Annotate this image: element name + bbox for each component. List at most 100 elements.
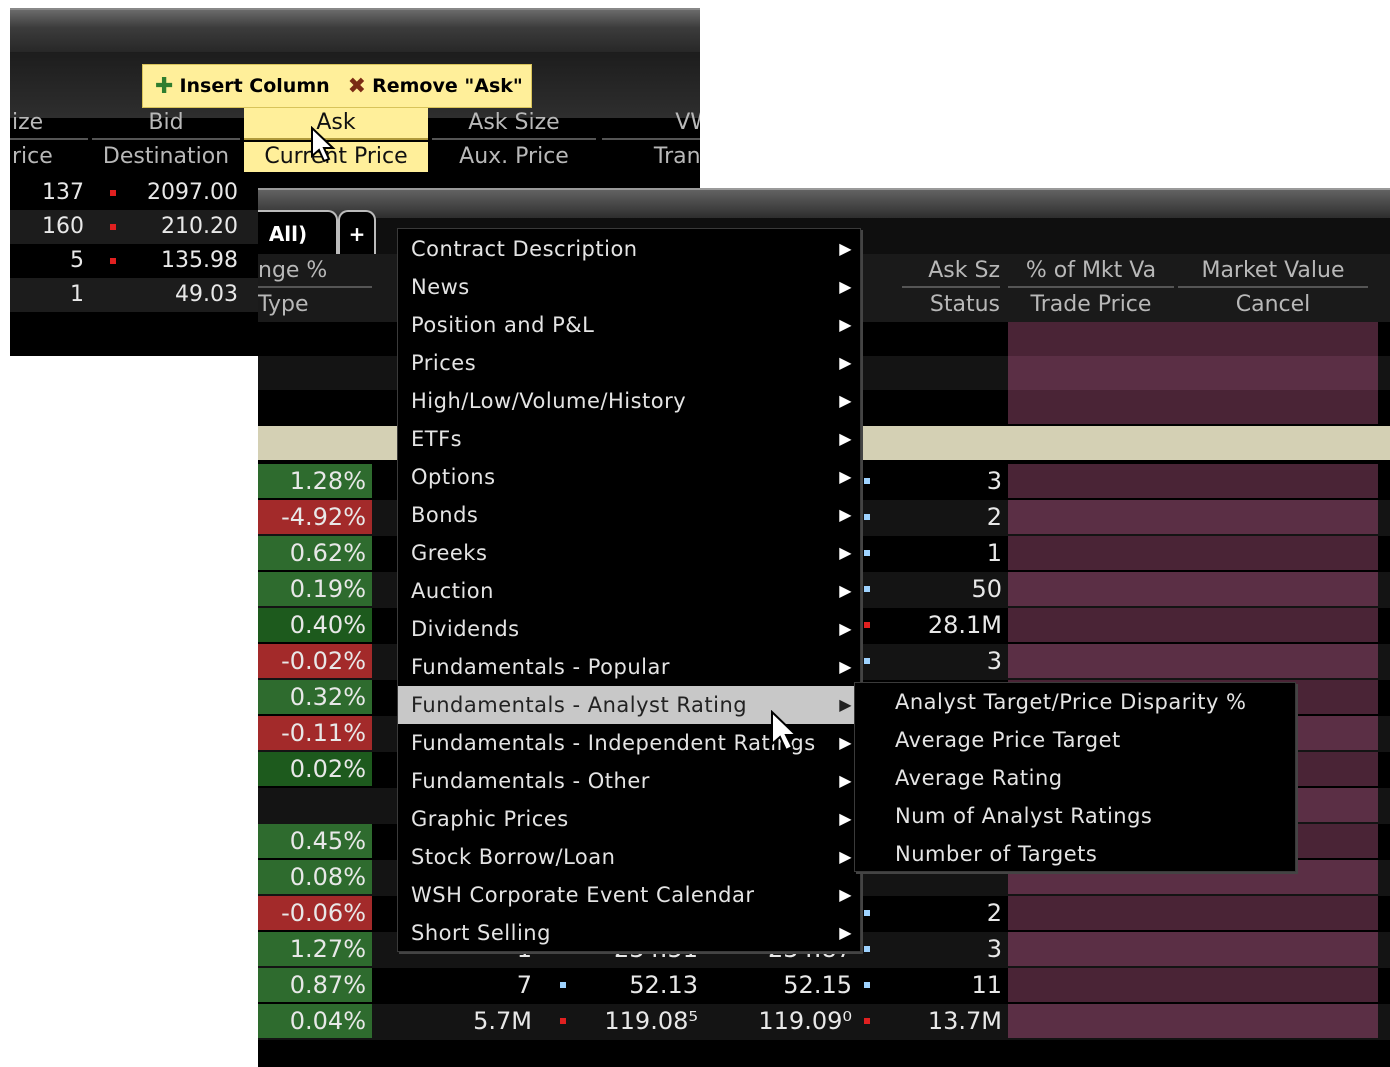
table-row[interactable]: 0.87% 7 52.13 52.15 11 xyxy=(258,968,1390,1004)
menu-item-fundamentals-other[interactable]: Fundamentals - Other ▶ xyxy=(398,762,860,800)
submenu-arrow-icon: ▶ xyxy=(839,733,852,752)
column-header-market-value[interactable]: Market Value xyxy=(1178,256,1368,288)
red-tick-icon xyxy=(110,258,116,264)
menu-item-prices[interactable]: Prices ▶ xyxy=(398,344,860,382)
ask-size-cell: 50 xyxy=(971,575,1002,603)
menu-item-label: Fundamentals - Analyst Rating xyxy=(411,693,748,717)
back-window-titlebar[interactable] xyxy=(10,8,700,54)
table-row[interactable] xyxy=(258,1040,1390,1067)
menu-item-label: News xyxy=(411,275,470,299)
menu-item-position-pnl[interactable]: Position and P&L ▶ xyxy=(398,306,860,344)
size-cell: 1 xyxy=(70,282,84,307)
menu-item-label: Short Selling xyxy=(411,921,551,945)
ask-size-cell: 2 xyxy=(986,503,1002,531)
column-header-ask-sz[interactable]: Ask Sz xyxy=(902,256,1000,288)
submenu-arrow-icon: ▶ xyxy=(839,391,852,410)
analyst-rating-submenu: Analyst Target/Price Disparity % Average… xyxy=(854,682,1296,872)
menu-item-label: Prices xyxy=(411,351,477,375)
menu-item-news[interactable]: News ▶ xyxy=(398,268,860,306)
bid-cell: 52.13 xyxy=(629,971,698,999)
insert-column-button[interactable]: ✚ Insert Column xyxy=(155,74,330,99)
remove-column-button[interactable]: ✖ Remove "Ask" xyxy=(348,74,523,99)
submenu-item-average-price-target[interactable]: Average Price Target xyxy=(855,721,1295,759)
submenu-arrow-icon: ▶ xyxy=(839,847,852,866)
menu-item-stock-borrow-loan[interactable]: Stock Borrow/Loan ▶ xyxy=(398,838,860,876)
ask-size-cell: 3 xyxy=(986,647,1002,675)
menu-item-label: Options xyxy=(411,465,496,489)
red-tick-icon xyxy=(110,190,116,196)
submenu-arrow-icon: ▶ xyxy=(839,657,852,676)
submenu-item-num-analyst-ratings[interactable]: Num of Analyst Ratings xyxy=(855,797,1295,835)
change-cell: 0.19% xyxy=(258,572,372,606)
menu-item-label: Dividends xyxy=(411,617,520,641)
submenu-item-analyst-target-price-disparity[interactable]: Analyst Target/Price Disparity % xyxy=(855,683,1295,721)
column-header-ask[interactable]: Ask xyxy=(244,108,428,140)
tab-all[interactable]: All) xyxy=(258,210,338,256)
column-header-size[interactable]: ize xyxy=(10,108,88,140)
menu-item-short-selling[interactable]: Short Selling ▶ xyxy=(398,914,860,952)
menu-item-options[interactable]: Options ▶ xyxy=(398,458,860,496)
menu-item-greeks[interactable]: Greeks ▶ xyxy=(398,534,860,572)
size-cell: 5 xyxy=(70,248,84,273)
change-cell: 0.04% xyxy=(258,1004,372,1038)
column-header-vwap[interactable]: VW xyxy=(602,108,700,140)
column-subheader-destination[interactable]: Destination xyxy=(92,142,240,172)
submenu-arrow-icon: ▶ xyxy=(839,315,852,334)
menu-item-label: High/Low/Volume/History xyxy=(411,389,687,413)
column-subheader-status[interactable]: Status xyxy=(902,290,1000,320)
ask-size-cell: 1 xyxy=(986,539,1002,567)
submenu-arrow-icon: ▶ xyxy=(839,809,852,828)
menu-item-wsh-corporate-event-calendar[interactable]: WSH Corporate Event Calendar ▶ xyxy=(398,876,860,914)
menu-item-bonds[interactable]: Bonds ▶ xyxy=(398,496,860,534)
submenu-arrow-icon: ▶ xyxy=(839,923,852,942)
change-cell: 0.45% xyxy=(258,824,372,858)
change-cell: 0.87% xyxy=(258,968,372,1002)
menu-item-graphic-prices[interactable]: Graphic Prices ▶ xyxy=(398,800,860,838)
change-cell: -0.02% xyxy=(258,644,372,678)
menu-item-label: ETFs xyxy=(411,427,463,451)
menu-item-dividends[interactable]: Dividends ▶ xyxy=(398,610,860,648)
menu-item-label: Greeks xyxy=(411,541,488,565)
front-window-titlebar[interactable] xyxy=(258,188,1390,220)
column-header-change-pct[interactable]: nge % xyxy=(258,256,372,288)
menu-item-contract-description[interactable]: Contract Description ▶ xyxy=(398,230,860,268)
ask-size-cell: 28.1M xyxy=(927,611,1002,639)
size-cell: 137 xyxy=(42,180,84,205)
submenu-arrow-icon: ▶ xyxy=(839,429,852,448)
menu-item-auction[interactable]: Auction ▶ xyxy=(398,572,860,610)
change-cell: -4.92% xyxy=(258,500,372,534)
change-cell: 1.27% xyxy=(258,932,372,966)
remove-column-label: Remove "Ask" xyxy=(372,75,523,97)
column-subheader-type[interactable]: Type xyxy=(258,290,372,320)
column-header-ask-size[interactable]: Ask Size xyxy=(432,108,596,140)
menu-item-fundamentals-popular[interactable]: Fundamentals - Popular ▶ xyxy=(398,648,860,686)
ask-cell: 119.09⁰ xyxy=(758,1007,852,1035)
menu-item-high-low-volume-history[interactable]: High/Low/Volume/History ▶ xyxy=(398,382,860,420)
bid-cell: 49.03 xyxy=(175,282,238,307)
column-subheader-price[interactable]: rice xyxy=(10,142,88,172)
column-subheader-trans[interactable]: Trans xyxy=(602,142,700,172)
column-subheader-trade-price[interactable]: Trade Price xyxy=(1008,290,1174,320)
column-subheader-cancel[interactable]: Cancel xyxy=(1178,290,1368,320)
menu-item-label: Auction xyxy=(411,579,494,603)
submenu-item-average-rating[interactable]: Average Rating xyxy=(855,759,1295,797)
menu-item-etfs[interactable]: ETFs ▶ xyxy=(398,420,860,458)
x-icon: ✖ xyxy=(347,73,367,99)
red-tick-icon xyxy=(110,224,116,230)
context-menu: Contract Description ▶ News ▶ Position and… xyxy=(397,228,861,952)
menu-item-label: Position and P&L xyxy=(411,313,595,337)
change-cell: 0.08% xyxy=(258,860,372,894)
bid-cell: 135.98 xyxy=(161,248,238,273)
table-row[interactable]: 0.04% 5.7M 119.08⁵ 119.09⁰ 13.7M xyxy=(258,1004,1390,1040)
column-header-bid[interactable]: Bid xyxy=(92,108,240,140)
submenu-item-number-of-targets[interactable]: Number of Targets xyxy=(855,835,1295,873)
column-subheader-current-price[interactable]: Current Price xyxy=(244,142,428,172)
column-header-pct-mkt-value[interactable]: % of Mkt Va xyxy=(1008,256,1174,288)
ask-cell: 52.15 xyxy=(783,971,852,999)
add-tab-button[interactable]: + xyxy=(338,210,376,256)
submenu-arrow-icon: ▶ xyxy=(839,505,852,524)
submenu-arrow-icon: ▶ xyxy=(839,581,852,600)
change-cell: -0.06% xyxy=(258,896,372,930)
ask-size-cell: 11 xyxy=(971,971,1002,999)
column-subheader-aux-price[interactable]: Aux. Price xyxy=(432,142,596,172)
